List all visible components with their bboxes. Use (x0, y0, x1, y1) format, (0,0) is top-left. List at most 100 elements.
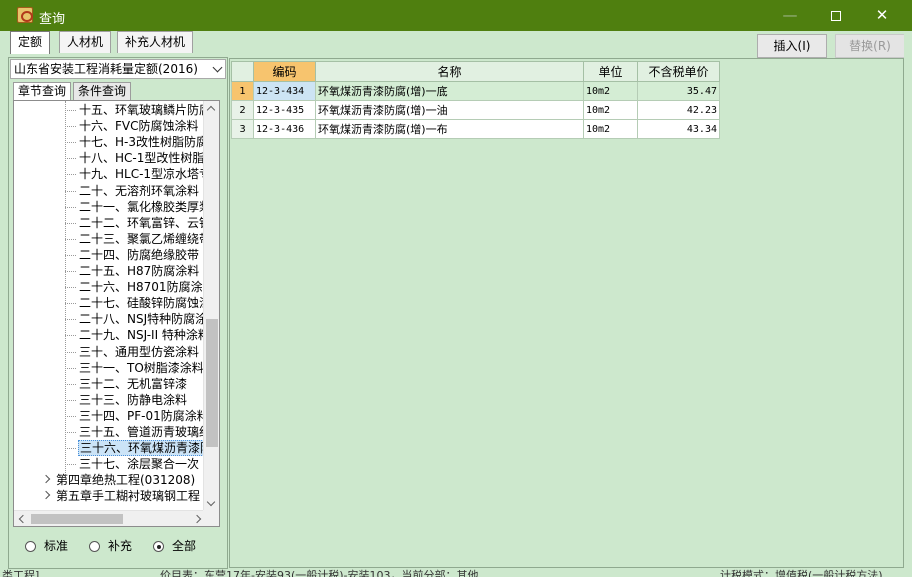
app-icon (17, 7, 33, 23)
chevron-right-icon[interactable] (41, 491, 51, 500)
tree-connector (65, 319, 76, 321)
row-number[interactable]: 1 (231, 81, 254, 101)
maximize-icon (831, 10, 841, 21)
column-header-unit[interactable]: 单位 (583, 61, 638, 82)
window-title: 查询 (39, 12, 66, 27)
tree-node-label: 第五章手工糊衬玻璃钢工程 (56, 489, 201, 504)
tree-connector (65, 415, 76, 417)
tree-connector (65, 399, 76, 401)
tree-node-label: 第四章绝热工程(031208) (56, 473, 196, 488)
tree-node-label: 十五、环氧玻璃鳞片防腐 (79, 103, 212, 117)
tree-node-label: 二十九、NSJ-II 特种涂料 (79, 328, 210, 343)
tree-node-label: 三十一、TO树脂漆涂料 (79, 360, 204, 375)
table-row[interactable]: 2 12-3-435 环氧煤沥青漆防腐(增)一油 10m2 42.23 (231, 100, 720, 120)
cell-price[interactable]: 35.47 (637, 81, 720, 101)
tree-node-label: 二十六、H8701防腐涂料 (79, 280, 215, 295)
cell-price[interactable]: 43.34 (637, 119, 720, 139)
row-number-header (231, 61, 254, 82)
cell-code[interactable]: 12-3-436 (253, 119, 316, 139)
tree-node-label: 二十一、氯化橡胶类厚浆 (79, 199, 212, 214)
tab-quota[interactable]: 定额 (10, 31, 51, 54)
window-edge (904, 31, 912, 577)
tree-connector (65, 206, 76, 208)
radio-dot (153, 541, 164, 552)
tree-node-label: 三十七、涂层聚合一次 (79, 457, 200, 472)
tab-condition-query[interactable]: 条件查询 (73, 82, 132, 100)
status-tax-mode: 计税模式：增值税(一般计税方法) (720, 569, 883, 577)
replace-button[interactable]: 替换(R) (835, 34, 905, 58)
chevron-right-icon[interactable] (41, 475, 51, 484)
query-window: 查询 — ✕ 定额 人材机 补充人材机 插入(I) 替换(R) 山东省安装工程消… (0, 0, 912, 577)
scroll-corner (203, 510, 219, 526)
cell-name[interactable]: 环氧煤沥青漆防腐(增)一布 (315, 119, 584, 139)
tree-connector (65, 432, 76, 433)
tree-connector (65, 222, 76, 224)
column-header-name[interactable]: 名称 (315, 61, 584, 82)
cell-name[interactable]: 环氧煤沥青漆防腐(增)一油 (315, 100, 584, 120)
scroll-right-icon[interactable] (192, 514, 202, 524)
tree-connector (65, 303, 76, 305)
tree-node-label: 二十四、防腐绝缘胶带 (79, 247, 200, 262)
results-table: 编码 名称 单位 不含税单价 1 12-3-434 环氧煤沥青漆防腐(增)一底 10m… (231, 61, 720, 139)
row-number[interactable]: 2 (231, 100, 254, 120)
left-panel: 山东省安装工程消耗量定额(2016) 章节查询 条件查询 十五、环氧玻璃鳞片防腐… (8, 57, 228, 569)
radio-dot (25, 541, 36, 552)
quota-library-value: 山东省安装工程消耗量定额(2016) (14, 62, 198, 76)
tree-connector (65, 190, 76, 192)
tab-supplement-lmm[interactable]: 补充人材机 (117, 31, 194, 53)
tree-node-label: 十八、HC-1型改性树脂防 (79, 151, 217, 166)
tree-connector (65, 383, 76, 385)
close-button[interactable]: ✕ (859, 0, 905, 31)
minimize-button[interactable]: — (767, 0, 813, 31)
tree-node-label: 二十七、硅酸锌防腐蚀涂 (79, 296, 212, 311)
table-row[interactable]: 3 12-3-436 环氧煤沥青漆防腐(增)一布 10m2 43.34 (231, 119, 720, 139)
scroll-down-icon[interactable] (206, 497, 216, 507)
tree-connector (65, 238, 76, 240)
tree-connector (65, 448, 76, 450)
cell-price[interactable]: 42.23 (637, 100, 720, 120)
tree-connector (65, 110, 76, 111)
row-number[interactable]: 3 (231, 119, 254, 139)
maximize-button[interactable] (813, 0, 859, 31)
quota-results-grid: 编码 名称 单位 不含税单价 1 12-3-434 环氧煤沥青漆防腐(增)一底 10m… (229, 58, 904, 568)
column-header-price[interactable]: 不含税单价 (637, 61, 720, 82)
tree-node-label: 三十、通用型仿瓷涂料 (79, 344, 200, 359)
cell-unit[interactable]: 10m2 (583, 100, 638, 120)
cell-code[interactable]: 12-3-434 (253, 81, 316, 101)
tree-connector (65, 271, 76, 272)
title-bar[interactable]: 查询 — ✕ (0, 0, 912, 31)
tree-node-label: 三十二、无机富锌漆 (79, 376, 188, 391)
radio-label: 全部 (172, 539, 197, 553)
cell-code[interactable]: 12-3-435 (253, 100, 316, 120)
cell-name[interactable]: 环氧煤沥青漆防腐(增)一底 (315, 81, 584, 101)
tree-node-label: 二十、无溶剂环氧涂料 (79, 183, 200, 198)
tree-node-label: 三十六、环氧煤沥青漆防 (78, 440, 215, 457)
tab-chapter-query[interactable]: 章节查询 (13, 82, 72, 100)
insert-button[interactable]: 插入(I) (757, 34, 827, 58)
tree-connector (65, 174, 76, 176)
table-row[interactable]: 1 12-3-434 环氧煤沥青漆防腐(增)一底 10m2 35.47 (231, 81, 720, 101)
scroll-left-icon[interactable] (18, 514, 28, 524)
tree-vertical-scrollbar[interactable] (203, 101, 219, 511)
tree-node-label: 十九、HLC-1型凉水塔专 (79, 167, 212, 182)
hscroll-thumb[interactable] (31, 514, 123, 524)
scroll-thumb[interactable] (206, 319, 218, 447)
tree-connector (65, 287, 76, 289)
tree-node-label: 十七、H-3改性树脂防腐 (79, 135, 208, 150)
tree-node-label: 十六、FVC防腐蚀涂料 (79, 119, 199, 134)
cell-unit[interactable]: 10m2 (583, 119, 638, 139)
tree-connector (65, 367, 76, 369)
tab-labor-material-machine[interactable]: 人材机 (59, 31, 112, 53)
tree-connector (65, 158, 76, 160)
cell-unit[interactable]: 10m2 (583, 81, 638, 101)
tree-node-label: 二十五、H87防腐涂料 (79, 264, 200, 278)
quota-library-select[interactable]: 山东省安装工程消耗量定额(2016) (10, 59, 226, 79)
chapter-tree[interactable]: 十五、环氧玻璃鳞片防腐 十六、FVC防腐蚀涂料 十七、H-3改性树脂防腐 十八、HC-… (13, 100, 220, 527)
tree-horizontal-scrollbar[interactable] (14, 510, 204, 526)
column-header-code[interactable]: 编码 (253, 61, 316, 82)
scroll-up-icon[interactable] (206, 105, 216, 115)
tree-node-label: 二十三、聚氯乙烯缠绕带 (79, 231, 212, 246)
tree-node-label: 二十二、环氧富锌、云铁 (79, 215, 212, 230)
tree-node-label: 三十五、管道沥青玻璃纤 (79, 425, 212, 439)
status-left: 类工程] (2, 569, 40, 577)
